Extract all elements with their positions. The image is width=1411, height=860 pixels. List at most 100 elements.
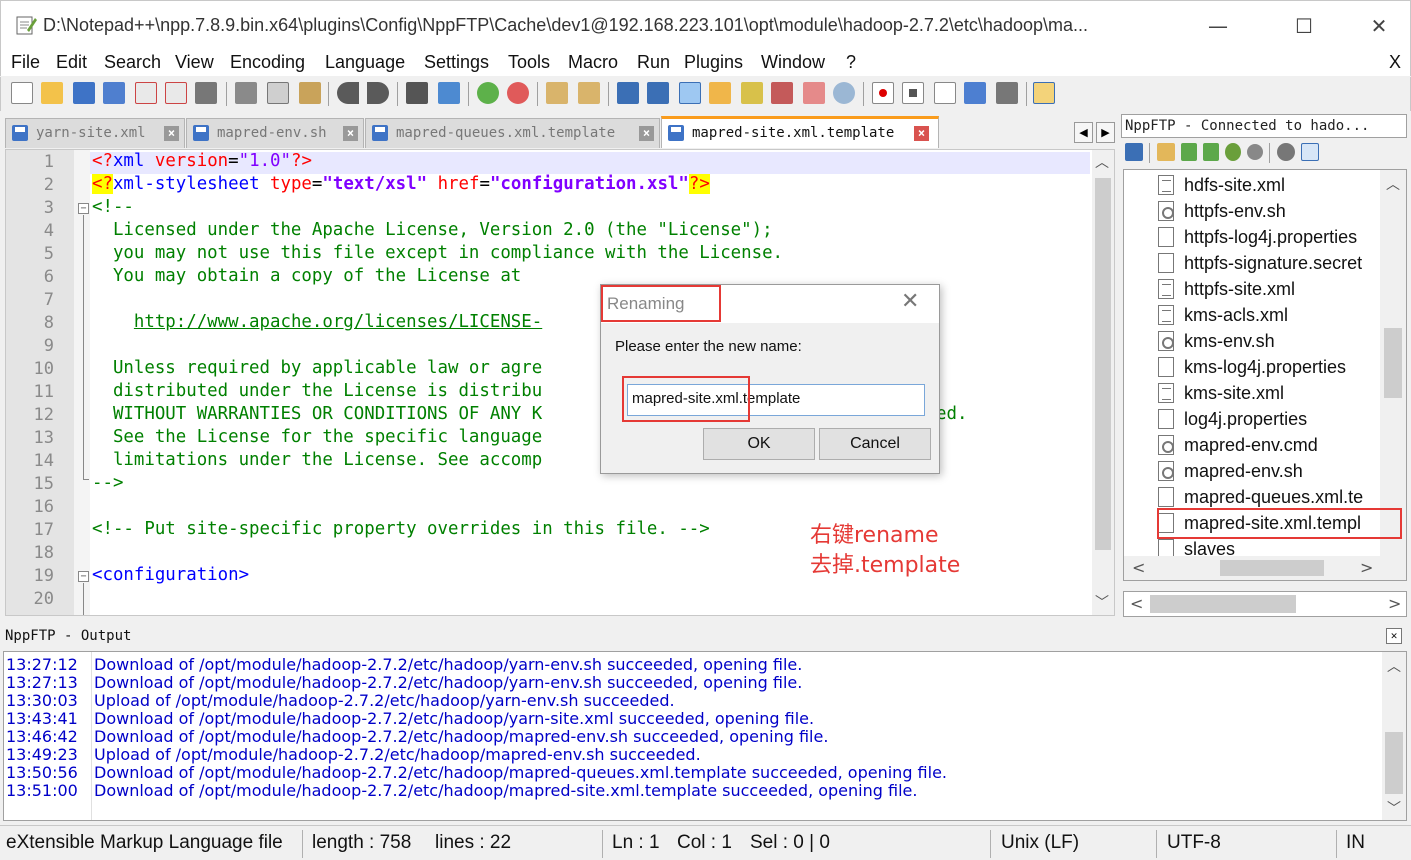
status-eol[interactable]: Unix (LF) (1001, 832, 1079, 854)
tree-scroll-thumb[interactable] (1384, 328, 1402, 398)
scroll-right-icon[interactable]: > (1388, 594, 1401, 613)
editor-vertical-scrollbar[interactable]: ︿ ﹀ (1092, 150, 1114, 615)
tree-file[interactable]: httpfs-signature.secret (1184, 253, 1362, 274)
output-close-icon[interactable]: ✕ (1386, 628, 1402, 644)
fold-toggle-icon[interactable]: − (78, 571, 89, 582)
tab-scroll-right-button[interactable]: ▶ (1096, 122, 1115, 143)
tree-file[interactable]: mapred-queues.xml.te (1184, 487, 1363, 508)
abort-icon[interactable] (1247, 144, 1263, 160)
run-macro-multiple-icon[interactable] (964, 82, 986, 104)
tree-file[interactable]: hdfs-site.xml (1184, 175, 1285, 196)
code-editor[interactable]: 1 2 3 4 5 6 7 8 9 10 11 12 13 14 15 16 1… (5, 149, 1115, 616)
stop-macro-icon[interactable] (902, 82, 924, 104)
menu-file[interactable]: File (11, 52, 40, 73)
tree-file[interactable]: httpfs-site.xml (1184, 279, 1295, 300)
tab-scroll-left-button[interactable]: ◀ (1074, 122, 1093, 143)
folder-workspace-icon[interactable] (803, 82, 825, 104)
undo-icon[interactable] (337, 82, 359, 104)
message-window-icon[interactable] (1301, 143, 1319, 161)
license-url-link[interactable]: http://www.apache.org/licenses/LICENSE- (134, 312, 542, 332)
scroll-left-icon[interactable]: < (1130, 594, 1143, 613)
open-folder-icon[interactable] (1157, 143, 1175, 161)
sync-vertical-icon[interactable] (546, 82, 568, 104)
menu-encoding[interactable]: Encoding (230, 52, 305, 73)
show-all-chars-icon[interactable] (647, 82, 669, 104)
sync-horizontal-icon[interactable] (578, 82, 600, 104)
dialog-close-icon[interactable]: ✕ (901, 289, 919, 314)
download-icon[interactable] (1181, 143, 1197, 161)
find-icon[interactable] (406, 82, 428, 104)
tree-file[interactable]: kms-site.xml (1184, 383, 1284, 404)
scroll-left-icon[interactable]: < (1132, 558, 1145, 577)
tree-file[interactable]: log4j.properties (1184, 409, 1307, 430)
zoom-out-icon[interactable] (507, 82, 529, 104)
scroll-up-icon[interactable]: ︿ (1387, 656, 1401, 676)
menu-edit[interactable]: Edit (56, 52, 87, 73)
menu-tools[interactable]: Tools (508, 52, 550, 73)
tree-file[interactable]: httpfs-env.sh (1184, 201, 1286, 222)
menu-view[interactable]: View (175, 52, 214, 73)
scroll-down-icon[interactable]: ﹀ (1387, 798, 1401, 818)
tree-file[interactable]: mapred-env.sh (1184, 461, 1303, 482)
redo-icon[interactable] (367, 82, 389, 104)
close-file-icon[interactable] (135, 82, 157, 104)
tab-close-icon[interactable]: × (639, 126, 654, 141)
save-icon[interactable] (73, 82, 95, 104)
scroll-up-icon[interactable]: ︿ (1095, 152, 1109, 172)
status-encoding[interactable]: UTF-8 (1167, 832, 1221, 854)
function-list-icon[interactable] (771, 82, 793, 104)
open-file-icon[interactable] (41, 82, 63, 104)
replace-icon[interactable] (438, 82, 460, 104)
menu-help[interactable]: ? (846, 52, 856, 73)
tab-mapred-site[interactable]: mapred-site.xml.template × (661, 116, 939, 148)
save-macro-icon[interactable] (996, 82, 1018, 104)
menu-plugins[interactable]: Plugins (684, 52, 743, 73)
ok-button[interactable]: OK (703, 428, 815, 460)
paste-icon[interactable] (299, 82, 321, 104)
scroll-up-icon[interactable]: ︿ (1386, 174, 1400, 194)
zoom-in-icon[interactable] (477, 82, 499, 104)
scroll-right-icon[interactable]: > (1360, 558, 1373, 577)
tree-file[interactable]: kms-acls.xml (1184, 305, 1288, 326)
copy-icon[interactable] (267, 82, 289, 104)
tab-mapred-env[interactable]: mapred-env.sh × (186, 118, 364, 148)
udl-icon[interactable] (709, 82, 731, 104)
tree-file[interactable]: kms-log4j.properties (1184, 357, 1346, 378)
menu-run[interactable]: Run (637, 52, 670, 73)
maximize-button[interactable]: ☐ (1281, 11, 1327, 41)
tree-file[interactable]: httpfs-log4j.properties (1184, 227, 1357, 248)
menu-macro[interactable]: Macro (568, 52, 618, 73)
tab-close-icon[interactable]: × (914, 126, 929, 141)
ftp-queue-scrollbar[interactable]: < > (1123, 591, 1407, 617)
editor-scroll-thumb[interactable] (1095, 178, 1111, 550)
menu-language[interactable]: Language (325, 52, 405, 73)
cut-icon[interactable] (235, 82, 257, 104)
tab-close-icon[interactable]: × (343, 126, 358, 141)
cancel-button[interactable]: Cancel (819, 428, 931, 460)
word-wrap-icon[interactable] (617, 82, 639, 104)
play-macro-icon[interactable] (934, 82, 956, 104)
save-all-icon[interactable] (103, 82, 125, 104)
tab-close-icon[interactable]: × (164, 126, 179, 141)
tree-file[interactable]: kms-env.sh (1184, 331, 1275, 352)
nppftp-icon[interactable] (1033, 82, 1055, 104)
tree-horizontal-scrollbar[interactable]: < > (1124, 556, 1406, 580)
upload-icon[interactable] (1203, 143, 1219, 161)
tree-file[interactable]: mapred-env.cmd (1184, 435, 1318, 456)
new-file-icon[interactable] (11, 82, 33, 104)
tab-yarn-site[interactable]: yarn-site.xml × (5, 118, 185, 148)
menu-search[interactable]: Search (104, 52, 161, 73)
tree-vertical-scrollbar[interactable]: ︿ (1380, 170, 1406, 556)
scroll-down-icon[interactable]: ﹀ (1095, 592, 1109, 612)
close-window-button[interactable]: ✕ (1356, 11, 1402, 41)
indent-guide-icon[interactable] (679, 82, 701, 104)
print-icon[interactable] (195, 82, 217, 104)
fold-toggle-icon[interactable]: − (78, 203, 89, 214)
tree-hscroll-thumb[interactable] (1220, 560, 1324, 576)
monitoring-icon[interactable] (833, 82, 855, 104)
settings-gear-icon[interactable] (1277, 143, 1295, 161)
close-document-button[interactable]: X (1389, 52, 1401, 73)
connect-icon[interactable] (1125, 143, 1143, 161)
tab-mapred-queues[interactable]: mapred-queues.xml.template × (365, 118, 660, 148)
queue-hscroll-thumb[interactable] (1150, 595, 1296, 613)
